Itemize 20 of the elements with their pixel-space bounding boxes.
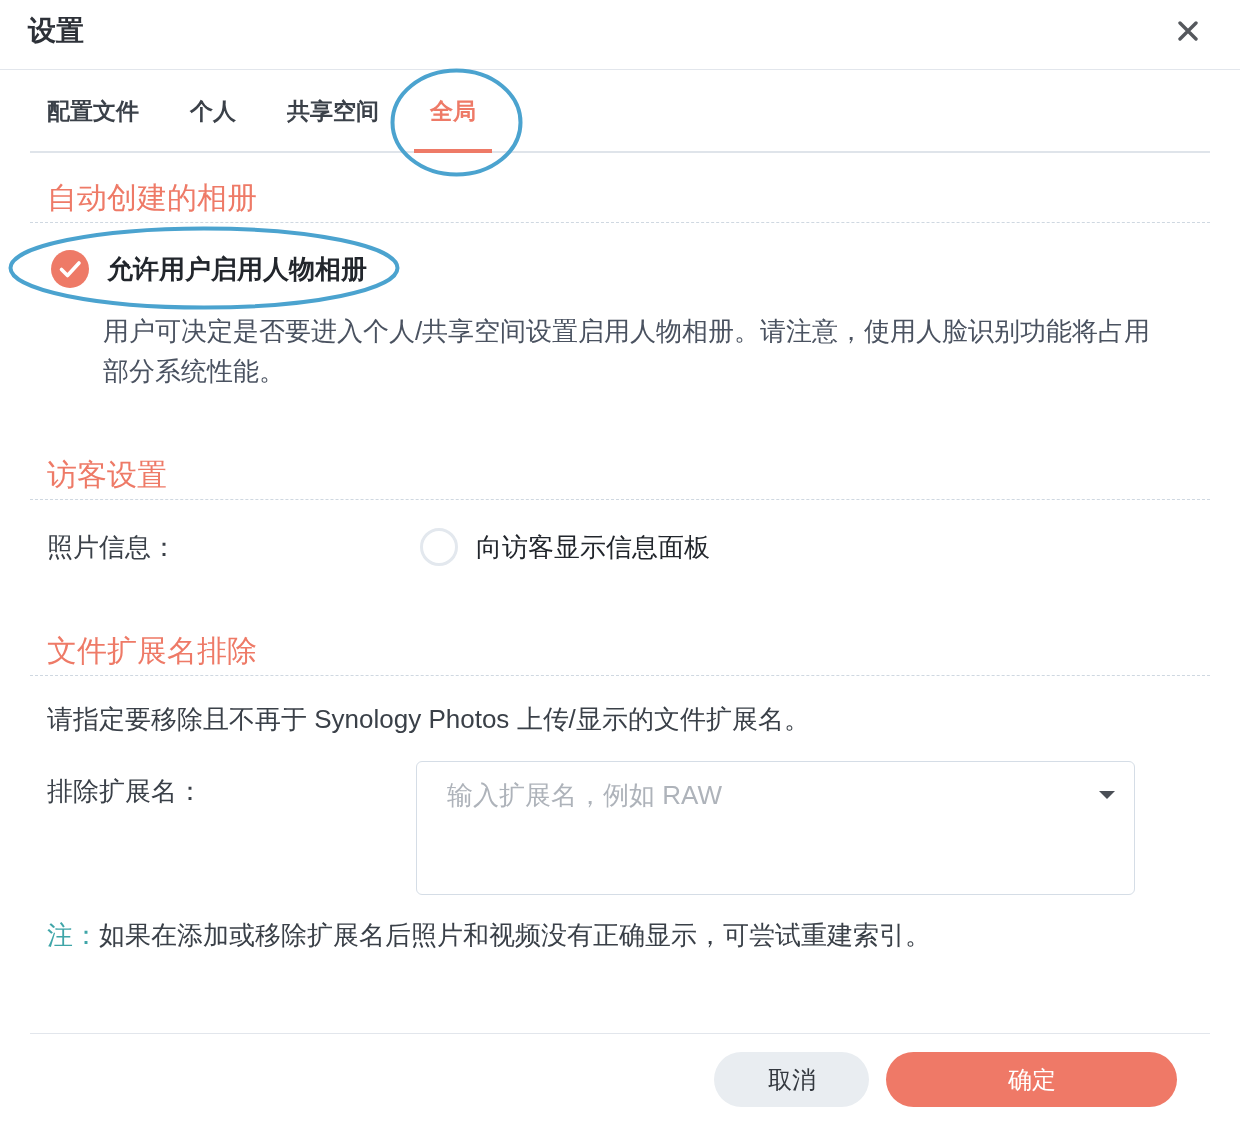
dropdown-caret-icon[interactable] <box>1099 791 1115 799</box>
checkbox-label: 允许用户启用人物相册 <box>107 253 367 286</box>
tab[interactable]: 共享空间 <box>271 70 395 153</box>
note-text: 如果在添加或移除扩展名后照片和视频没有正确显示，可尝试重建索引。 <box>99 919 931 952</box>
description-text: 用户可决定是否要进入个人/共享空间设置启用人物相册。请注意，使用人脸识别功能将占用部分系统性能。 <box>103 315 1152 388</box>
note-label: 注： <box>47 919 99 952</box>
tab[interactable]: 个人 <box>174 70 252 153</box>
close-icon[interactable] <box>1178 20 1198 41</box>
section-title: 访客设置 <box>47 458 167 491</box>
tab[interactable]: 配置文件 <box>31 70 155 153</box>
field-label: 照片信息： <box>47 531 178 564</box>
dialog-title: 设置 <box>28 13 84 48</box>
checkbox[interactable] <box>51 250 89 288</box>
cancel-button[interactable]: 取消 <box>714 1052 869 1107</box>
section-title: 自动创建的相册 <box>47 181 257 214</box>
radio-label: 向访客显示信息面板 <box>476 531 710 564</box>
instruction-text: 请指定要移除且不再于 Synology Photos 上传/显示的文件扩展名。 <box>46 703 811 736</box>
field-label: 排除扩展名： <box>47 775 204 808</box>
radio-button[interactable] <box>420 528 458 566</box>
section-title: 文件扩展名排除 <box>47 634 257 667</box>
